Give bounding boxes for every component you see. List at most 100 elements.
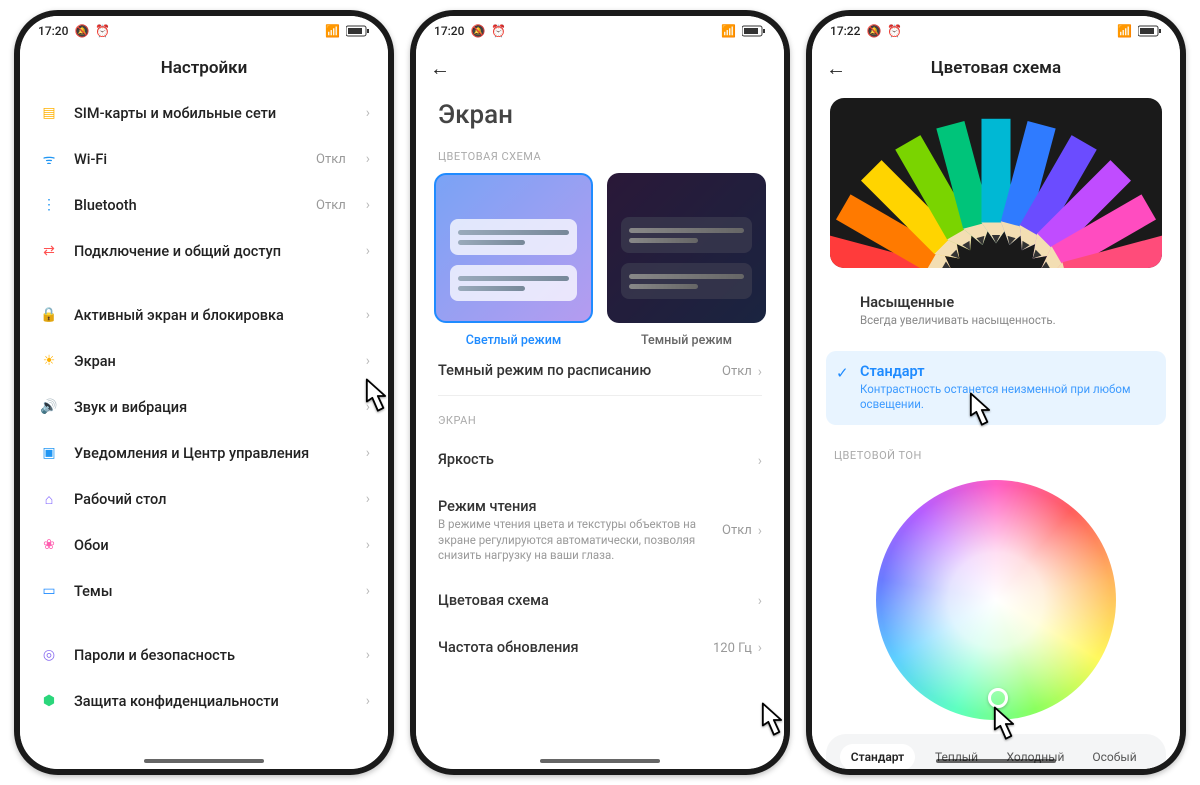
status-time: 17:20 xyxy=(434,24,464,38)
row-dark-schedule[interactable]: Темный режим по расписанию Откл› xyxy=(416,348,784,395)
phone-display: 17:20 🔕 ⏰ 📶 ← Экран ЦВЕТОВАЯ СХЕМА Светлый… xyxy=(410,10,790,775)
row-label: Защита конфиденциальности xyxy=(74,693,352,710)
check-icon: ✓ xyxy=(836,364,849,382)
row-refresh-rate[interactable]: Частота обновления 120 Гц› xyxy=(416,625,784,672)
alarm-icon: ⏰ xyxy=(491,24,506,38)
page-title: Настройки xyxy=(20,46,388,90)
battery-icon xyxy=(346,25,370,37)
status-time: 17:22 xyxy=(830,24,860,38)
tab-custom[interactable]: Особый xyxy=(1077,744,1152,769)
wifi-icon: ᯤ xyxy=(38,148,60,170)
back-button[interactable]: ← xyxy=(826,56,846,81)
row-label: SIM-карты и мобильные сети xyxy=(74,105,352,122)
share-icon: ⇄ xyxy=(38,240,60,262)
row-label: Активный экран и блокировка xyxy=(74,307,352,324)
settings-row-notif[interactable]: ▣ Уведомления и Центр управления › xyxy=(20,430,388,476)
pw-icon: ◎ xyxy=(38,644,60,666)
chevron-right-icon: › xyxy=(366,491,370,507)
theme-light[interactable]: Светлый режим xyxy=(434,173,593,348)
settings-row-priv[interactable]: ⬢ Защита конфиденциальности › xyxy=(20,678,388,724)
status-time: 17:20 xyxy=(38,24,68,38)
alarm-icon: ⏰ xyxy=(95,24,110,38)
row-label: Обои xyxy=(74,537,352,554)
settings-row-pw[interactable]: ◎ Пароли и безопасность › xyxy=(20,632,388,678)
settings-row-home[interactable]: ⌂ Рабочий стол › xyxy=(20,476,388,522)
signal-icon: 📶 xyxy=(721,24,736,38)
battery-icon xyxy=(1138,25,1162,37)
row-label: Пароли и безопасность xyxy=(74,647,352,664)
settings-row-wifi[interactable]: ᯤ Wi-Fi Откл › xyxy=(20,136,388,182)
back-button[interactable]: ← xyxy=(430,56,450,81)
settings-row-flower[interactable]: ❀ Обои › xyxy=(20,522,388,568)
row-label: Подключение и общий доступ xyxy=(74,243,352,260)
chevron-right-icon: › xyxy=(366,105,370,121)
section-screen: ЭКРАН xyxy=(416,410,784,437)
phone-colorscheme: 17:22 🔕 ⏰ 📶 ← Цветовая схема xyxy=(806,10,1186,775)
status-bar: 17:20🔕⏰ 📶 xyxy=(20,16,388,46)
chevron-right-icon: › xyxy=(366,445,370,461)
row-brightness[interactable]: Яркость › xyxy=(416,437,784,484)
chevron-right-icon: › xyxy=(366,583,370,599)
tab-warm[interactable]: Теплый xyxy=(919,744,994,769)
signal-icon: 📶 xyxy=(325,24,340,38)
header: ← Цветовая схема xyxy=(812,46,1180,90)
lock-icon: 🔒 xyxy=(38,304,60,326)
chevron-right-icon: › xyxy=(758,640,762,656)
settings-row-lock[interactable]: 🔒 Активный экран и блокировка › xyxy=(20,292,388,338)
row-label: Wi-Fi xyxy=(74,151,302,168)
bt-icon: ⋮ xyxy=(38,194,60,216)
sound-icon: 🔊 xyxy=(38,396,60,418)
chevron-right-icon: › xyxy=(366,537,370,553)
theme-dark[interactable]: Темный режим xyxy=(607,173,766,348)
section-color-scheme: ЦВЕТОВАЯ СХЕМА xyxy=(416,146,784,173)
chevron-right-icon: › xyxy=(758,593,762,609)
reading-mode-value: Откл xyxy=(722,523,752,538)
header: ← xyxy=(416,46,784,90)
settings-row-share[interactable]: ⇄ Подключение и общий доступ › xyxy=(20,228,388,274)
sun-icon: ☀ xyxy=(38,350,60,372)
option-standard[interactable]: ✓ Стандарт Контрастность останется неизм… xyxy=(826,351,1166,425)
status-bar: 17:20 🔕 ⏰ 📶 xyxy=(416,16,784,46)
theme-dark-label: Темный режим xyxy=(607,333,766,348)
row-value: Откл xyxy=(316,152,346,167)
settings-row-sun[interactable]: ☀ Экран › xyxy=(20,338,388,384)
mute-icon: 🔕 xyxy=(866,24,881,38)
page-title: Экран xyxy=(416,90,784,146)
chevron-right-icon: › xyxy=(758,453,762,469)
section-tone: ЦВЕТОВОЙ ТОН xyxy=(812,445,1180,472)
schedule-value: Откл xyxy=(722,364,752,379)
page-title: Цветовая схема xyxy=(931,58,1061,78)
chevron-right-icon: › xyxy=(366,243,370,259)
phone-settings: 17:20🔕⏰ 📶 Настройки ▤ SIM-карты и мобиль… xyxy=(14,10,394,775)
chevron-right-icon: › xyxy=(366,307,370,323)
chevron-right-icon: › xyxy=(758,523,762,539)
home-icon: ⌂ xyxy=(38,488,60,510)
chevron-right-icon: › xyxy=(366,197,370,213)
alarm-icon: ⏰ xyxy=(887,24,902,38)
color-wheel-handle[interactable] xyxy=(988,688,1008,708)
chevron-right-icon: › xyxy=(758,364,762,380)
row-label: Звук и вибрация xyxy=(74,399,352,416)
tab-standard[interactable]: Стандарт xyxy=(840,744,915,769)
settings-row-bt[interactable]: ⋮ Bluetooth Откл › xyxy=(20,182,388,228)
option-saturated[interactable]: ✓ Насыщенные Всегда увеличивать насыщенн… xyxy=(826,282,1166,341)
tab-cold[interactable]: Холодный xyxy=(998,744,1073,769)
chevron-right-icon: › xyxy=(366,647,370,663)
flower-icon: ❀ xyxy=(38,534,60,556)
color-wheel[interactable] xyxy=(876,480,1116,720)
row-reading-mode[interactable]: Режим чтенияВ режиме чтения цвета и текс… xyxy=(416,484,784,578)
row-color-scheme[interactable]: Цветовая схема › xyxy=(416,578,784,625)
row-label: Уведомления и Центр управления xyxy=(74,445,352,462)
settings-row-sound[interactable]: 🔊 Звук и вибрация › xyxy=(20,384,388,430)
row-label: Рабочий стол xyxy=(74,491,352,508)
mute-icon: 🔕 xyxy=(470,24,485,38)
row-label: Bluetooth xyxy=(74,197,302,214)
chevron-right-icon: › xyxy=(366,399,370,415)
chevron-right-icon: › xyxy=(366,353,370,369)
signal-icon: 📶 xyxy=(1117,24,1132,38)
status-bar: 17:22 🔕 ⏰ 📶 xyxy=(812,16,1180,46)
refresh-value: 120 Гц xyxy=(713,641,752,656)
sim-icon: ▤ xyxy=(38,102,60,124)
settings-row-theme[interactable]: ▭ Темы › xyxy=(20,568,388,614)
settings-row-sim[interactable]: ▤ SIM-карты и мобильные сети › xyxy=(20,90,388,136)
